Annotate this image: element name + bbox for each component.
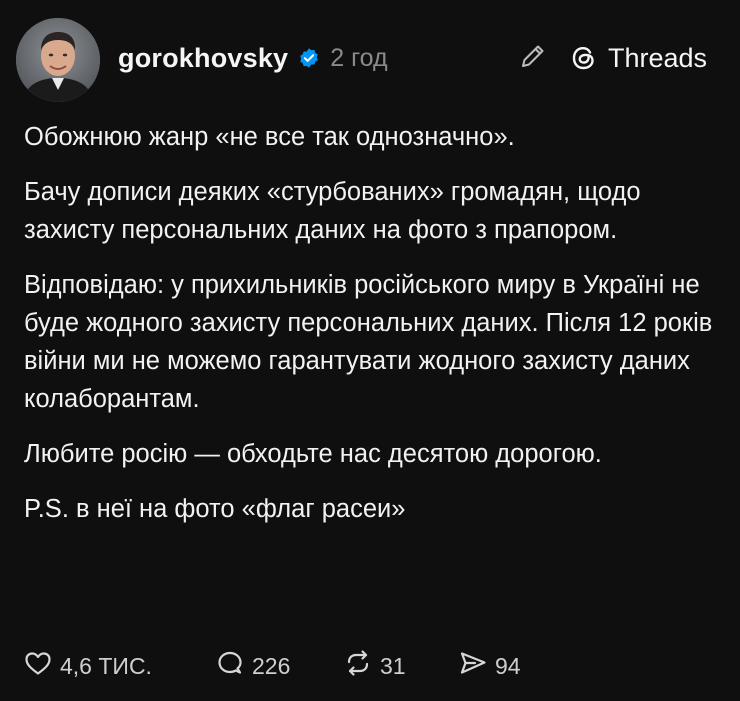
reply-button[interactable]: 226	[214, 647, 342, 685]
post-paragraph: P.S. в неї на фото «флаг расеи»	[24, 495, 406, 523]
avatar[interactable]	[16, 18, 100, 102]
repost-count: 31	[380, 652, 406, 679]
post-paragraph: Любите росію — обходьте нас десятою доро…	[24, 440, 602, 468]
post-paragraph: Бачу дописи деяких «стурбованих» громадя…	[24, 178, 641, 244]
avatar-image	[16, 18, 100, 102]
heart-icon	[22, 647, 54, 685]
share-count: 94	[495, 652, 521, 679]
repost-arrows-icon	[342, 647, 374, 685]
like-button[interactable]: 4,6 ТИС.	[22, 647, 214, 685]
author-line: gorokhovsky 2 год	[118, 38, 388, 78]
post-actions: 4,6 ТИС. 226 31 94	[22, 646, 722, 686]
post-paragraph: Обожнюю жанр «не все так однозначно».	[24, 123, 515, 151]
share-button[interactable]: 94	[457, 647, 557, 685]
send-icon	[457, 647, 489, 685]
threads-brand-label: Threads	[608, 42, 708, 73]
threads-logo-icon	[568, 42, 600, 74]
repost-button[interactable]: 31	[342, 647, 457, 685]
post-paragraph: Відповідаю: у прихильників російського м…	[24, 271, 713, 413]
threads-brand[interactable]: Threads	[568, 38, 707, 78]
post-body: Обожнюю жанр «не все так однозначно». Ба…	[24, 118, 724, 545]
threads-post: gorokhovsky 2 год Threads Обожнюю жанр «…	[0, 0, 740, 701]
like-count: 4,6 ТИС.	[60, 652, 152, 679]
pencil-icon[interactable]	[517, 40, 549, 72]
comment-bubble-icon	[214, 647, 246, 685]
author-name[interactable]: gorokhovsky	[118, 43, 288, 74]
post-header: gorokhovsky 2 год Threads	[0, 0, 740, 118]
verified-badge-icon	[298, 47, 320, 69]
reply-count: 226	[252, 652, 291, 679]
post-time[interactable]: 2 год	[330, 44, 387, 73]
